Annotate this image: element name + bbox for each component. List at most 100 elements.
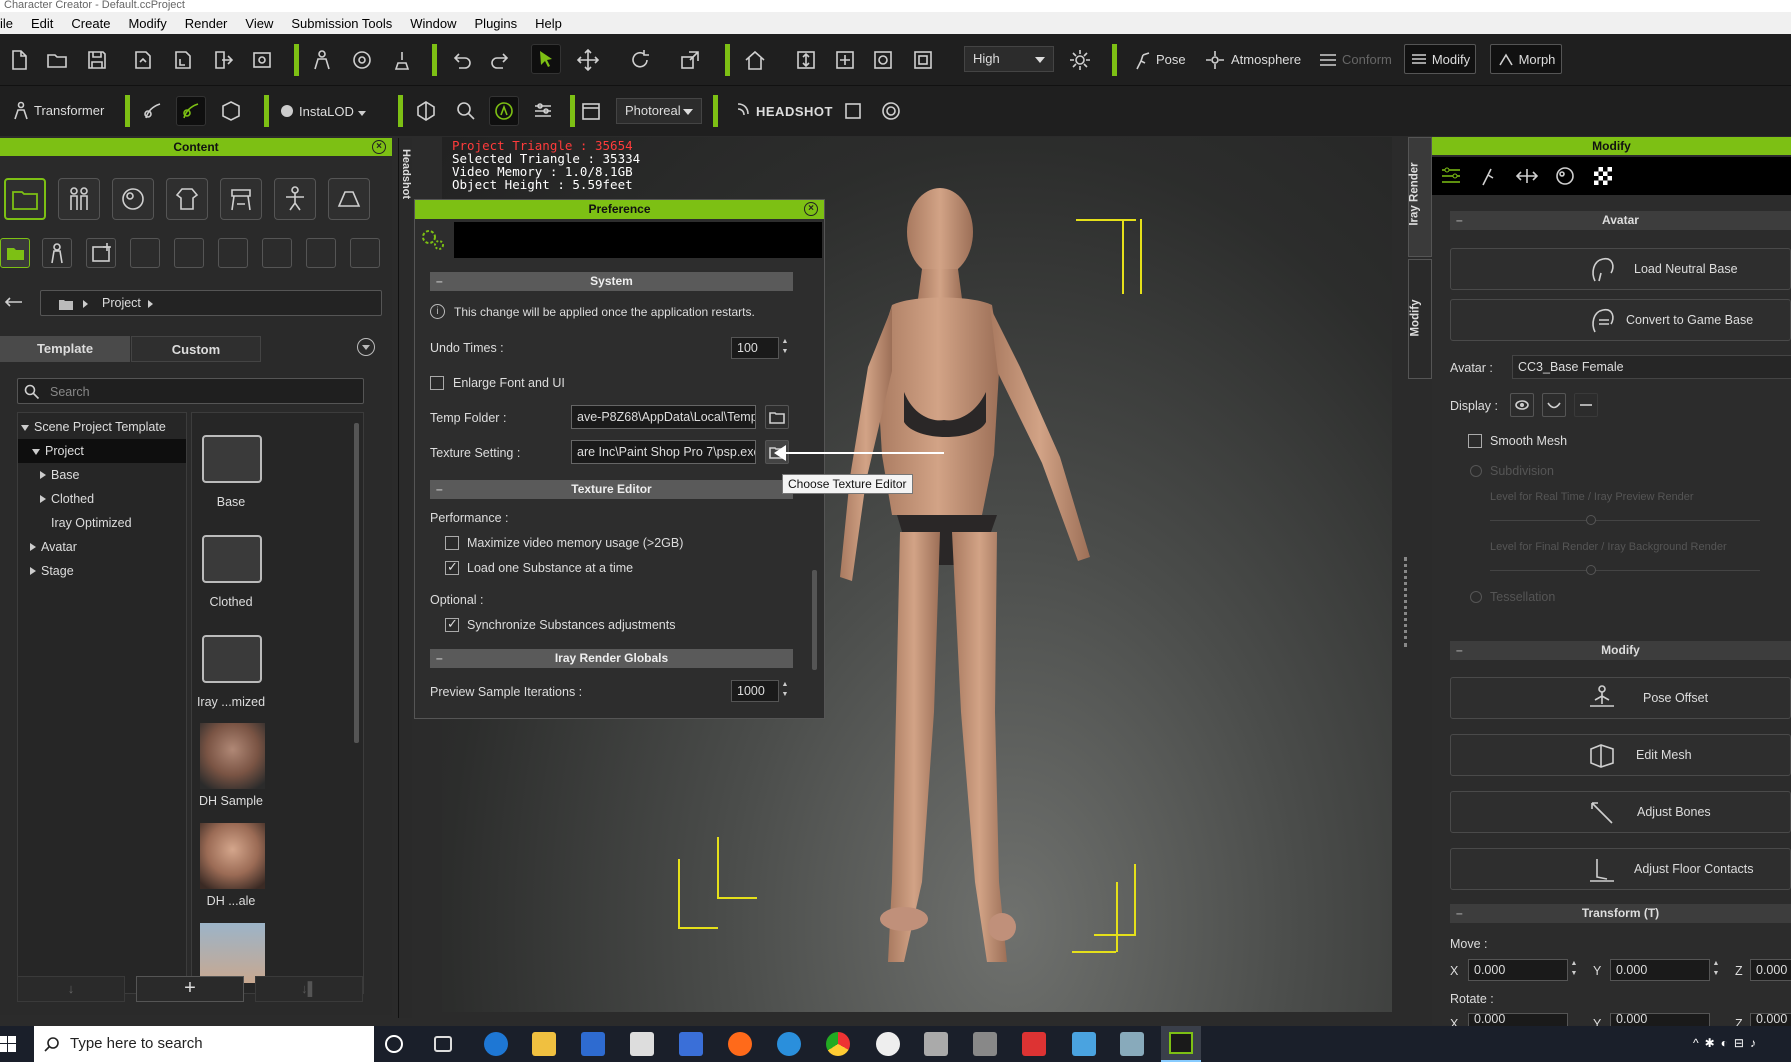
app-icon[interactable]	[1072, 1032, 1096, 1056]
screenshot-icon[interactable]	[247, 45, 277, 75]
conform-label[interactable]: Conform	[1342, 52, 1392, 67]
scrollbar[interactable]	[812, 570, 817, 670]
tab-iray-render[interactable]: Iray Render	[1408, 137, 1432, 257]
menu-create[interactable]: Create	[62, 16, 119, 31]
zoom-icon[interactable]	[451, 96, 481, 126]
scene-library-icon[interactable]	[328, 178, 370, 220]
level-final-slider[interactable]	[1490, 565, 1760, 575]
breadcrumb-project[interactable]: Project	[102, 296, 141, 310]
move-icon[interactable]	[573, 45, 603, 75]
material-tab-icon[interactable]	[1550, 161, 1580, 191]
app-icon[interactable]	[973, 1032, 997, 1056]
new-file-icon[interactable]	[4, 45, 34, 75]
group-icon[interactable]	[216, 96, 246, 126]
fit-height-icon[interactable]	[791, 45, 821, 75]
folder-icon[interactable]	[202, 635, 262, 683]
transform-section-header[interactable]: Transform (T)	[1450, 904, 1791, 923]
search-input[interactable]: Search	[17, 378, 364, 404]
save-icon[interactable]	[82, 45, 112, 75]
tree-item-project[interactable]: Project	[18, 439, 186, 463]
rotate-icon[interactable]	[625, 45, 655, 75]
mail-icon[interactable]	[630, 1032, 654, 1056]
tree-item-stage[interactable]: Stage	[18, 559, 186, 583]
empty-slot[interactable]	[350, 238, 380, 268]
undo-icon[interactable]	[447, 45, 477, 75]
spinner-arrows[interactable]: ▲ ▼	[1568, 959, 1580, 981]
menu-modify[interactable]: Modify	[119, 16, 175, 31]
download-button[interactable]: ↓	[17, 976, 125, 1002]
frame-icon[interactable]	[908, 45, 938, 75]
spinner-arrows[interactable]: ▲ ▼	[1710, 959, 1722, 981]
windows-start-icon[interactable]	[0, 1036, 16, 1055]
open-folder-icon[interactable]	[42, 45, 72, 75]
app-icon[interactable]	[777, 1032, 801, 1056]
pose-label[interactable]: Pose	[1156, 52, 1186, 67]
menu-edit[interactable]: Edit	[22, 16, 62, 31]
load-neutral-base-button[interactable]: Load Neutral Base	[1450, 248, 1791, 290]
avatar-view-icon[interactable]	[42, 238, 72, 268]
move-y-field[interactable]: 0.000	[1610, 959, 1710, 981]
tree-item-base[interactable]: Base	[18, 463, 186, 487]
sliders-icon[interactable]	[1436, 161, 1466, 191]
settings-sliders-icon[interactable]	[528, 96, 558, 126]
pose-library-icon[interactable]	[220, 178, 262, 220]
export-icon[interactable]	[208, 45, 238, 75]
add-image-icon[interactable]	[86, 238, 116, 268]
tab-modify[interactable]: Modify	[1408, 259, 1432, 379]
level-realtime-slider[interactable]	[1490, 515, 1760, 525]
app-icon[interactable]	[1120, 1032, 1144, 1056]
preference-title-bar[interactable]: Preference ×	[415, 200, 824, 219]
folder-icon[interactable]	[202, 435, 262, 483]
spinner-arrows[interactable]: ▲ ▼	[779, 680, 791, 702]
edit-mesh-button[interactable]: Edit Mesh	[1450, 734, 1791, 776]
iray-render-globals-section-header[interactable]: Iray Render Globals	[430, 649, 793, 668]
character-icon[interactable]	[307, 45, 337, 75]
modify-section-header[interactable]: Modify	[1450, 641, 1791, 660]
morph-button[interactable]: Morph	[1490, 44, 1562, 74]
browse-folder-icon[interactable]	[765, 405, 789, 429]
tab-custom[interactable]: Custom	[131, 336, 261, 362]
material-library-icon[interactable]	[112, 178, 154, 220]
mesh-icon[interactable]	[411, 96, 441, 126]
avatar-name-field[interactable]: CC3_Base Female	[1512, 355, 1791, 379]
system-section-header[interactable]: System	[430, 272, 793, 291]
quality-dropdown[interactable]: High	[964, 46, 1054, 72]
select-icon[interactable]	[531, 44, 561, 74]
move-item-button[interactable]: ↓▌	[255, 976, 363, 1002]
move-z-field[interactable]: 0.000	[1750, 959, 1791, 981]
synchronize-substances-checkbox[interactable]	[445, 616, 459, 632]
move-x-field[interactable]: 0.000	[1468, 959, 1568, 981]
character-creator-taskbar-icon[interactable]	[1161, 1026, 1201, 1062]
calendar-icon[interactable]	[576, 96, 606, 126]
motion-library-icon[interactable]	[274, 178, 316, 220]
atmosphere-label[interactable]: Atmosphere	[1231, 52, 1301, 67]
auto-setup-icon[interactable]	[489, 96, 519, 126]
cloth-library-icon[interactable]	[166, 178, 208, 220]
menu-render[interactable]: Render	[176, 16, 237, 31]
conform-icon[interactable]	[1313, 45, 1343, 75]
adjust-floor-contacts-button[interactable]: Adjust Floor Contacts	[1450, 848, 1791, 890]
dh-female-thumbnail[interactable]	[200, 823, 265, 889]
empty-slot[interactable]	[262, 238, 292, 268]
empty-slot[interactable]	[306, 238, 336, 268]
close-icon[interactable]: ×	[372, 140, 386, 154]
menu-file[interactable]: ile	[0, 16, 22, 31]
task-view-icon[interactable]	[434, 1036, 452, 1052]
head-morph-icon[interactable]	[347, 45, 377, 75]
temp-folder-field[interactable]: ave-P8Z68\AppData\Local\Temp\	[571, 405, 756, 429]
taskbar-search-input[interactable]: Type here to search	[34, 1026, 374, 1062]
accessory-icon[interactable]	[387, 45, 417, 75]
folder-view-icon[interactable]	[0, 238, 30, 268]
undo-times-field[interactable]: 100	[731, 337, 779, 359]
edge-icon[interactable]	[484, 1032, 508, 1056]
maximize-video-memory-checkbox[interactable]	[445, 536, 459, 550]
spinner-arrows[interactable]: ▲ ▼	[779, 337, 791, 359]
viewport-resize-handle[interactable]	[1404, 557, 1407, 647]
import-icon[interactable]	[128, 45, 158, 75]
headshot-tool-icon[interactable]	[838, 96, 868, 126]
headshot-button[interactable]: HEADSHOT	[732, 96, 842, 126]
menu-plugins[interactable]: Plugins	[466, 16, 527, 31]
light-icon[interactable]	[1065, 45, 1095, 75]
smooth-mesh-checkbox[interactable]	[1468, 434, 1482, 448]
transformer-icon[interactable]	[6, 96, 36, 126]
